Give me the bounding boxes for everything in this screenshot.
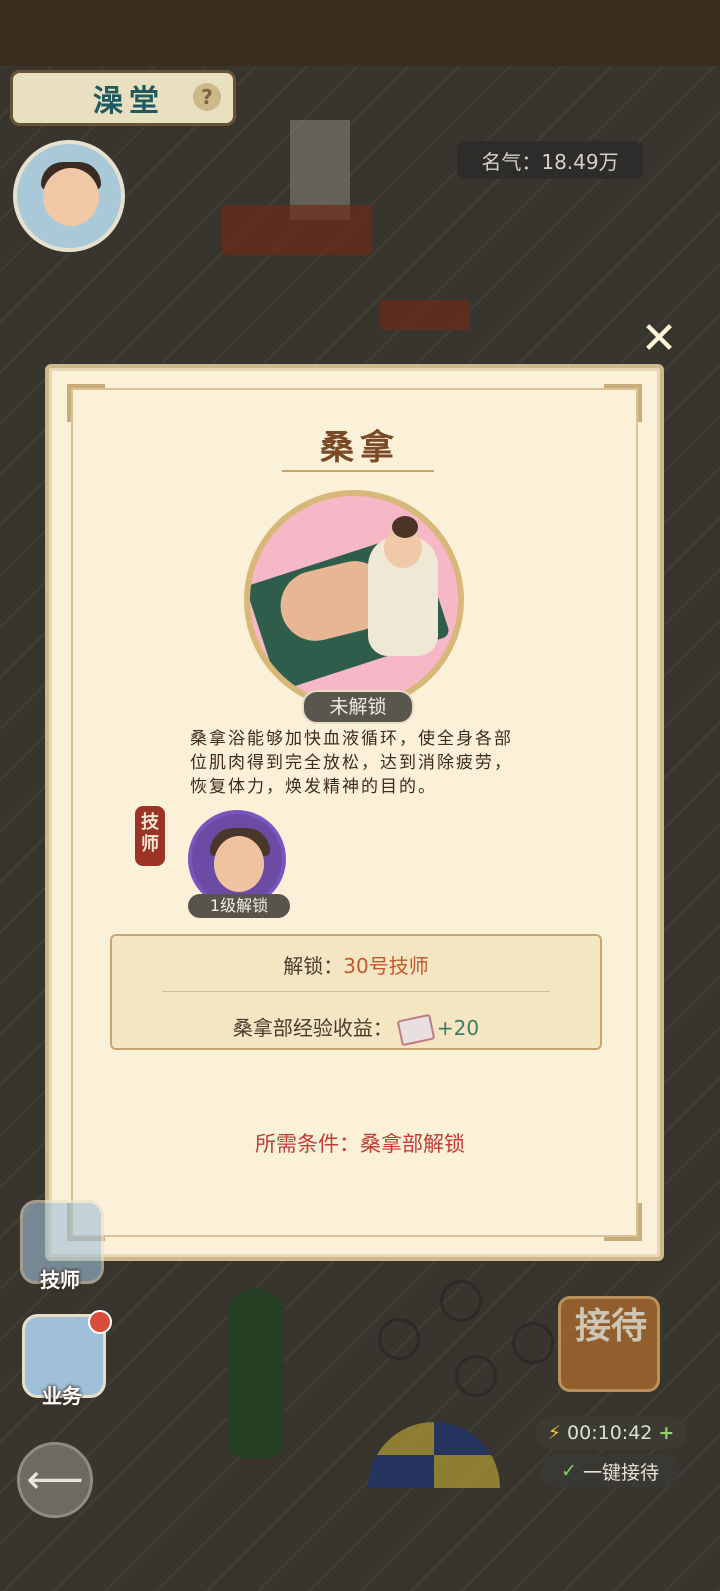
technician-menu-label: 技师 xyxy=(40,1268,80,1292)
department-description: 桑拿浴能够加快血液循环，使全身各部位肌肉得到完全放松，达到消除疲劳，恢复体力，焕… xyxy=(190,729,513,797)
exp-label: 桑拿部经验收益： xyxy=(232,1016,393,1040)
top-bar xyxy=(0,0,720,66)
ticket-icon xyxy=(396,1013,436,1046)
notification-dot xyxy=(88,1310,112,1334)
exp-row: 桑拿部经验收益： +20 xyxy=(112,1012,600,1046)
department-illustration xyxy=(244,490,464,710)
corner-ornament xyxy=(67,384,105,422)
lightning-icon: ⚡ xyxy=(547,1422,562,1444)
technician-face xyxy=(214,836,264,892)
energy-timer[interactable]: ⚡ 00:10:42 + xyxy=(535,1417,687,1449)
avatar-face xyxy=(43,168,99,226)
department-title: 桑拿 xyxy=(320,428,400,468)
illustration-attendant-hair xyxy=(392,516,418,538)
unlock-value: 30号技师 xyxy=(343,954,429,978)
exp-value: +20 xyxy=(436,1016,480,1040)
title-divider xyxy=(282,470,434,472)
auto-reception-label: 一键接待 xyxy=(582,1461,659,1484)
auto-reception-button[interactable]: ✓ 一键接待 xyxy=(541,1455,679,1487)
location-title-board: 澡堂 ? xyxy=(10,70,236,126)
corner-ornament xyxy=(604,384,642,422)
unlock-requirement: 所需条件：桑拿部解锁 xyxy=(255,1132,465,1156)
location-title: 澡堂 xyxy=(93,84,165,119)
add-energy-button[interactable]: + xyxy=(658,1422,674,1444)
close-icon[interactable]: ✕ xyxy=(638,317,680,361)
unlock-label: 解锁： xyxy=(283,954,344,978)
fame-display: 名气：18.49万 xyxy=(457,141,643,179)
corner-ornament xyxy=(604,1203,642,1241)
technician-level-badge: 1级解锁 xyxy=(188,894,290,918)
timer-value: 00:10:42 xyxy=(567,1422,653,1444)
technician-seal: 技师 xyxy=(135,806,165,866)
unlock-row: 解锁：30号技师 xyxy=(112,950,600,979)
unlock-info-box: 解锁：30号技师 桑拿部经验收益： +20 xyxy=(110,934,602,1050)
info-divider xyxy=(162,991,550,992)
reception-button[interactable]: 接待 xyxy=(558,1296,660,1392)
business-menu-label: 业务 xyxy=(42,1384,82,1408)
back-arrow-icon[interactable]: ⟵ xyxy=(17,1442,93,1518)
help-icon[interactable]: ? xyxy=(193,83,221,111)
check-icon: ✓ xyxy=(561,1460,577,1482)
locked-status-tag: 未解锁 xyxy=(302,690,414,724)
player-avatar[interactable] xyxy=(13,140,125,252)
